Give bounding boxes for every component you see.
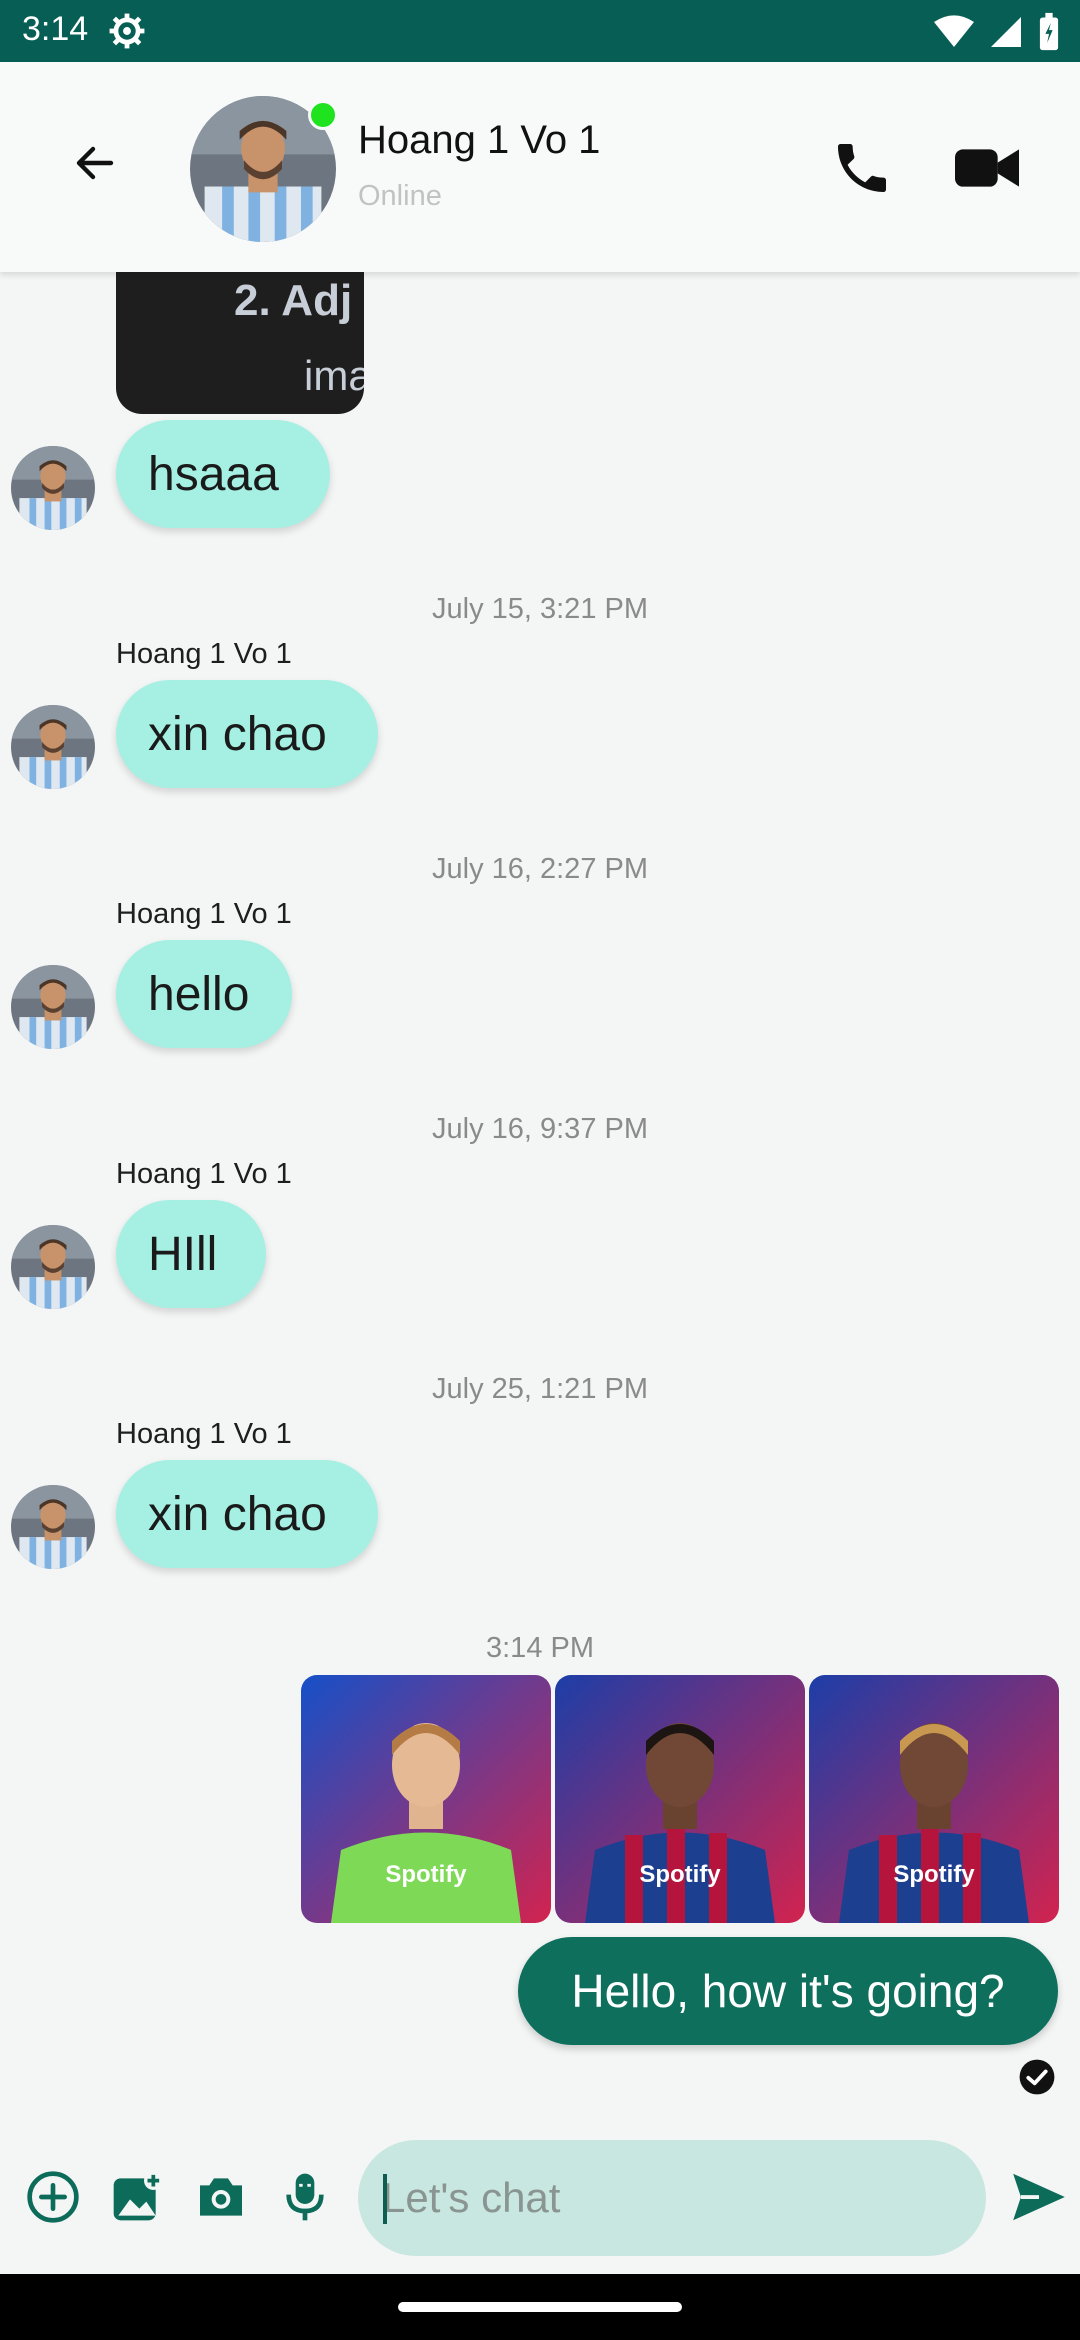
microphone-icon: [286, 2173, 324, 2221]
gallery-add-icon: [113, 2171, 163, 2221]
message-text: hello: [148, 967, 250, 1021]
shirt-sponsor: Spotify: [639, 1861, 721, 1888]
wifi-icon: [934, 15, 974, 48]
system-nav-bar: [0, 2274, 1080, 2340]
image-text: ima: [304, 352, 364, 399]
outgoing-message-bubble[interactable]: Hello, how it's going?: [518, 1937, 1058, 2045]
message-input[interactable]: [358, 2140, 986, 2256]
message-bubble[interactable]: hsaaa: [116, 420, 330, 528]
signal-icon: [991, 17, 1021, 47]
message-timestamp: July 15, 3:21 PM: [432, 593, 648, 625]
back-arrow-icon: [76, 146, 114, 180]
online-indicator: [308, 100, 338, 130]
message-list[interactable]: 2. Adj ima hsaaa July 15, 3:21 PM Hoang 1 Vo…: [0, 272, 1080, 2100]
phone-icon[interactable]: [830, 136, 894, 200]
text-caret: [383, 2174, 387, 2224]
shirt-sponsor: Spotify: [385, 1861, 467, 1888]
status-icons: [934, 12, 1060, 52]
attach-button[interactable]: [22, 2166, 84, 2228]
contact-status: Online: [358, 180, 442, 212]
status-time: 3:14: [22, 10, 89, 48]
message-timestamp: July 25, 1:21 PM: [432, 1373, 648, 1405]
message-text: HIll: [148, 1227, 218, 1281]
message-bubble[interactable]: xin chao: [116, 1460, 378, 1568]
status-bar: 3:14: [0, 0, 1080, 62]
sender-name: Hoang 1 Vo 1: [116, 1418, 292, 1450]
shared-photo[interactable]: Spotify: [301, 1675, 551, 1923]
message-timestamp: 3:14 PM: [486, 1632, 594, 1664]
message-timestamp: July 16, 2:27 PM: [432, 853, 648, 885]
contact-name[interactable]: Hoang 1 Vo 1: [358, 118, 600, 163]
add-circle-icon: [27, 2171, 79, 2223]
chat-header: Hoang 1 Vo 1 Online: [0, 62, 1080, 272]
message-bubble[interactable]: hello: [116, 940, 292, 1048]
sender-avatar[interactable]: [11, 965, 95, 1049]
read-check-icon: [1019, 2059, 1055, 2095]
message-text: Hello, how it's going?: [571, 1965, 1005, 2017]
message-bubble[interactable]: xin chao: [116, 680, 378, 788]
shared-image-message[interactable]: 2. Adj ima: [116, 272, 364, 414]
sender-avatar[interactable]: [11, 705, 95, 789]
camera-button[interactable]: [190, 2166, 252, 2228]
message-bubble[interactable]: HIll: [116, 1200, 266, 1308]
back-button[interactable]: [62, 130, 128, 196]
sender-avatar[interactable]: [11, 1225, 95, 1309]
camera-icon: [200, 2178, 242, 2216]
sender-avatar[interactable]: [11, 1485, 95, 1569]
message-text: xin chao: [148, 707, 327, 761]
sender-name: Hoang 1 Vo 1: [116, 1158, 292, 1190]
message-text: hsaaa: [148, 447, 279, 501]
sender-avatar[interactable]: [11, 446, 95, 530]
image-text: 2. Adj: [234, 276, 353, 325]
message-timestamp: July 16, 9:37 PM: [432, 1113, 648, 1145]
shared-photo[interactable]: Spotify: [555, 1675, 805, 1923]
settings-gear-icon: [109, 13, 145, 49]
shared-photo[interactable]: Spotify: [809, 1675, 1059, 1923]
voice-button[interactable]: [274, 2166, 336, 2228]
message-text: xin chao: [148, 1487, 327, 1541]
send-icon[interactable]: [1008, 2166, 1070, 2228]
sender-name: Hoang 1 Vo 1: [116, 638, 292, 670]
home-gesture-handle[interactable]: [398, 2302, 682, 2312]
video-camera-icon[interactable]: [952, 136, 1022, 200]
sender-name: Hoang 1 Vo 1: [116, 898, 292, 930]
message-composer: [0, 2130, 1080, 2270]
shirt-sponsor: Spotify: [893, 1861, 975, 1888]
battery-icon: [1039, 12, 1059, 51]
gallery-button[interactable]: [106, 2166, 168, 2228]
